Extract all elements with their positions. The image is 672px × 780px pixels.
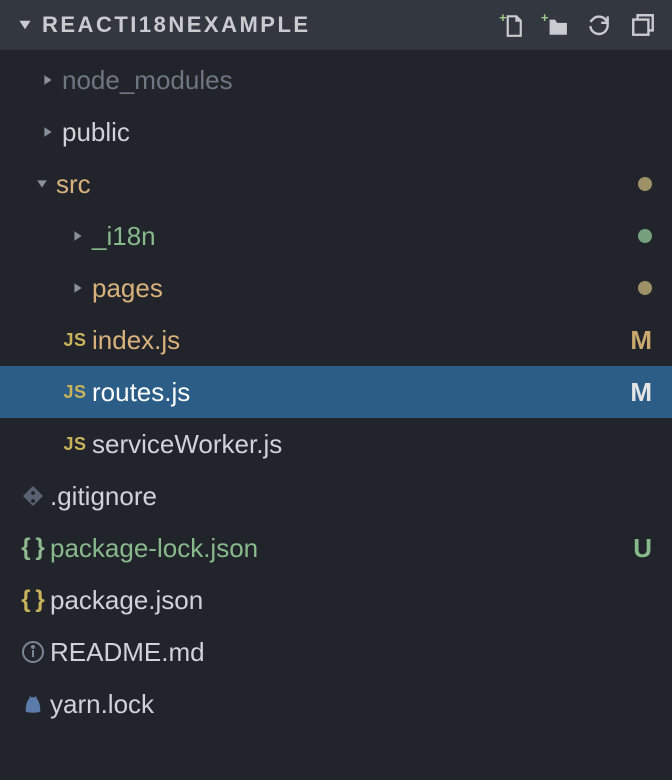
tree-item-label: src: [56, 169, 638, 200]
tree-file-index-js[interactable]: JS index.js M: [0, 314, 672, 366]
chevron-right-icon: [34, 126, 62, 138]
new-folder-icon[interactable]: +: [540, 10, 570, 40]
tree-file-routes-js[interactable]: JS routes.js M: [0, 366, 672, 418]
git-status-untracked: U: [624, 533, 652, 564]
tree-folder-node-modules[interactable]: node_modules: [0, 54, 672, 106]
tree-folder-public[interactable]: public: [0, 106, 672, 158]
tree-folder-pages[interactable]: pages: [0, 262, 672, 314]
tree-file-package-json[interactable]: { } package.json: [0, 574, 672, 626]
tree-item-label: index.js: [92, 325, 624, 356]
tree-item-label: public: [62, 117, 652, 148]
tree-file-serviceworker-js[interactable]: JS serviceWorker.js: [0, 418, 672, 470]
json-file-icon: { }: [16, 586, 50, 614]
tree-item-label: node_modules: [62, 65, 652, 96]
git-file-icon: [16, 484, 50, 508]
project-title: REACTI18NEXAMPLE: [42, 12, 496, 38]
tree-file-gitignore[interactable]: .gitignore: [0, 470, 672, 522]
tree-file-yarn-lock[interactable]: yarn.lock: [0, 678, 672, 730]
file-tree: node_modules public src _i18n pages J: [0, 50, 672, 730]
svg-text:+: +: [499, 12, 507, 25]
json-file-icon: { }: [16, 534, 50, 562]
info-file-icon: [16, 640, 50, 664]
tree-file-readme[interactable]: README.md: [0, 626, 672, 678]
tree-item-label: pages: [92, 273, 638, 304]
header-actions: + +: [496, 10, 658, 40]
tree-item-label: serviceWorker.js: [92, 429, 652, 460]
git-status-modified: M: [624, 377, 652, 408]
chevron-right-icon: [64, 230, 92, 242]
collapse-all-icon[interactable]: [628, 10, 658, 40]
new-file-icon[interactable]: +: [496, 10, 526, 40]
git-status-modified: M: [624, 325, 652, 356]
tree-item-label: README.md: [50, 637, 652, 668]
chevron-right-icon: [34, 74, 62, 86]
tree-item-label: yarn.lock: [50, 689, 652, 720]
tree-item-label: _i18n: [92, 221, 638, 252]
explorer-header: REACTI18NEXAMPLE + +: [0, 0, 672, 50]
tree-folder-i18n[interactable]: _i18n: [0, 210, 672, 262]
chevron-down-icon[interactable]: [18, 18, 32, 32]
untracked-dot-icon: [638, 229, 652, 243]
svg-text:+: +: [541, 12, 549, 25]
modified-dot-icon: [638, 281, 652, 295]
tree-file-package-lock[interactable]: { } package-lock.json U: [0, 522, 672, 574]
js-file-icon: JS: [58, 434, 92, 455]
js-file-icon: JS: [58, 330, 92, 351]
tree-item-label: .gitignore: [50, 481, 652, 512]
chevron-down-icon: [28, 178, 56, 190]
tree-item-label: routes.js: [92, 377, 624, 408]
chevron-right-icon: [64, 282, 92, 294]
js-file-icon: JS: [58, 382, 92, 403]
tree-item-label: package.json: [50, 585, 652, 616]
modified-dot-icon: [638, 177, 652, 191]
tree-item-label: package-lock.json: [50, 533, 624, 564]
refresh-icon[interactable]: [584, 10, 614, 40]
yarn-file-icon: [16, 693, 50, 715]
tree-folder-src[interactable]: src: [0, 158, 672, 210]
